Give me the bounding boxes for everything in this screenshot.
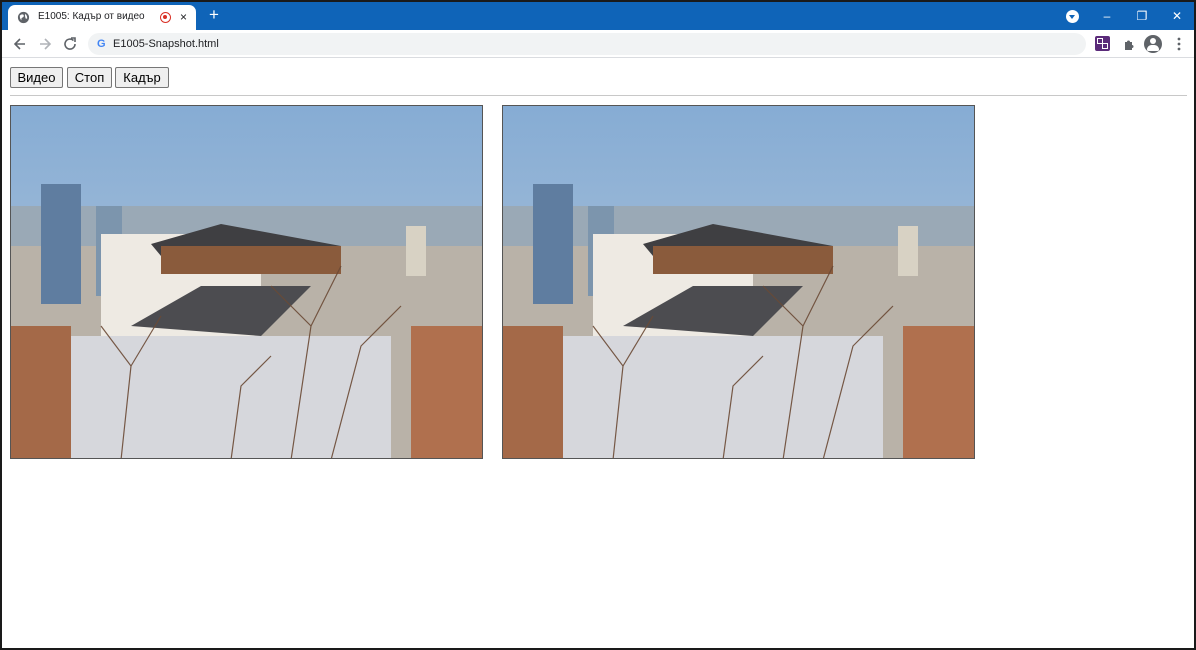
reload-icon[interactable] [60, 34, 80, 54]
tab-title: E1005: Кадър от видео [38, 11, 145, 22]
restore-button[interactable]: ❐ [1130, 2, 1154, 30]
puzzle-icon[interactable] [1121, 35, 1139, 53]
address-bar[interactable]: G E1005-Snapshot.html [88, 33, 1086, 55]
snapshot-image [503, 106, 974, 458]
globe-icon [17, 11, 30, 24]
google-icon: G [97, 38, 106, 50]
forward-arrow-icon[interactable] [35, 34, 55, 54]
page-content: Видео Стоп Кадър [2, 59, 1194, 648]
browser-tab[interactable]: E1005: Кадър от видео × [8, 5, 196, 30]
video-button[interactable]: Видео [10, 67, 63, 88]
stop-button[interactable]: Стоп [67, 67, 112, 88]
kebab-menu-icon[interactable] [1170, 35, 1188, 53]
qr-code-icon[interactable] [1095, 36, 1110, 51]
account-icon[interactable] [1144, 35, 1162, 53]
tab-search-icon[interactable] [1066, 10, 1079, 23]
divider [10, 95, 1187, 96]
new-tab-button[interactable]: + [205, 6, 223, 24]
snapshot-canvas [502, 105, 975, 459]
browser-window: E1005: Кадър от видео × + – ❐ ✕ G E1005-… [0, 0, 1196, 650]
tab-close-button[interactable]: × [180, 9, 187, 25]
tab-strip: E1005: Кадър от видео × + – ❐ ✕ [2, 2, 1194, 30]
video-player[interactable] [10, 105, 483, 459]
url-text[interactable]: E1005-Snapshot.html [113, 37, 219, 51]
browser-toolbar: G E1005-Snapshot.html [2, 30, 1194, 58]
back-arrow-icon[interactable] [10, 34, 30, 54]
video-frame-image [11, 106, 482, 458]
recording-icon [160, 12, 171, 23]
minimize-button[interactable]: – [1095, 2, 1119, 30]
snapshot-button[interactable]: Кадър [115, 67, 169, 88]
close-window-button[interactable]: ✕ [1165, 2, 1189, 30]
